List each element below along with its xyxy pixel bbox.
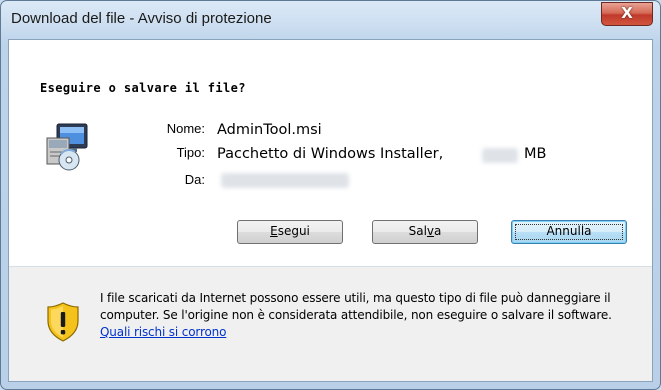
type-label: Tipo: (176, 145, 205, 160)
file-name-value: AdminTool.msi (217, 122, 322, 138)
security-footer: I file scaricati da Internet possono ess… (9, 267, 652, 381)
save-button[interactable]: Salva (372, 220, 478, 244)
close-button[interactable]: X (601, 2, 653, 26)
file-size-unit: MB (524, 146, 547, 162)
risks-link[interactable]: Quali rischi si corrono (100, 325, 226, 339)
from-label: Da: (184, 172, 205, 187)
dialog-heading: Eseguire o salvare il file? (40, 81, 246, 95)
security-warning-dialog: Download del file - Avviso di protezione… (0, 0, 661, 390)
warning-text: I file scaricati da Internet possono ess… (100, 291, 612, 322)
run-button[interactable]: Esegui (237, 220, 343, 244)
dialog-content: Eseguire o salvare il file? Nome: AdminT… (8, 39, 653, 382)
redacted-size (482, 148, 518, 163)
close-icon: X (621, 4, 633, 22)
security-shield-icon (47, 302, 79, 342)
file-type-value: Pacchetto di Windows Installer, (217, 146, 444, 162)
installer-package-icon (46, 123, 88, 171)
name-label: Nome: (166, 121, 205, 136)
cancel-button[interactable]: Annulla (511, 220, 627, 244)
redacted-source (221, 173, 349, 188)
title-bar: Download del file - Avviso di protezione… (1, 1, 660, 39)
window-title: Download del file - Avviso di protezione (11, 10, 272, 27)
warning-message: I file scaricati da Internet possono ess… (100, 290, 635, 341)
